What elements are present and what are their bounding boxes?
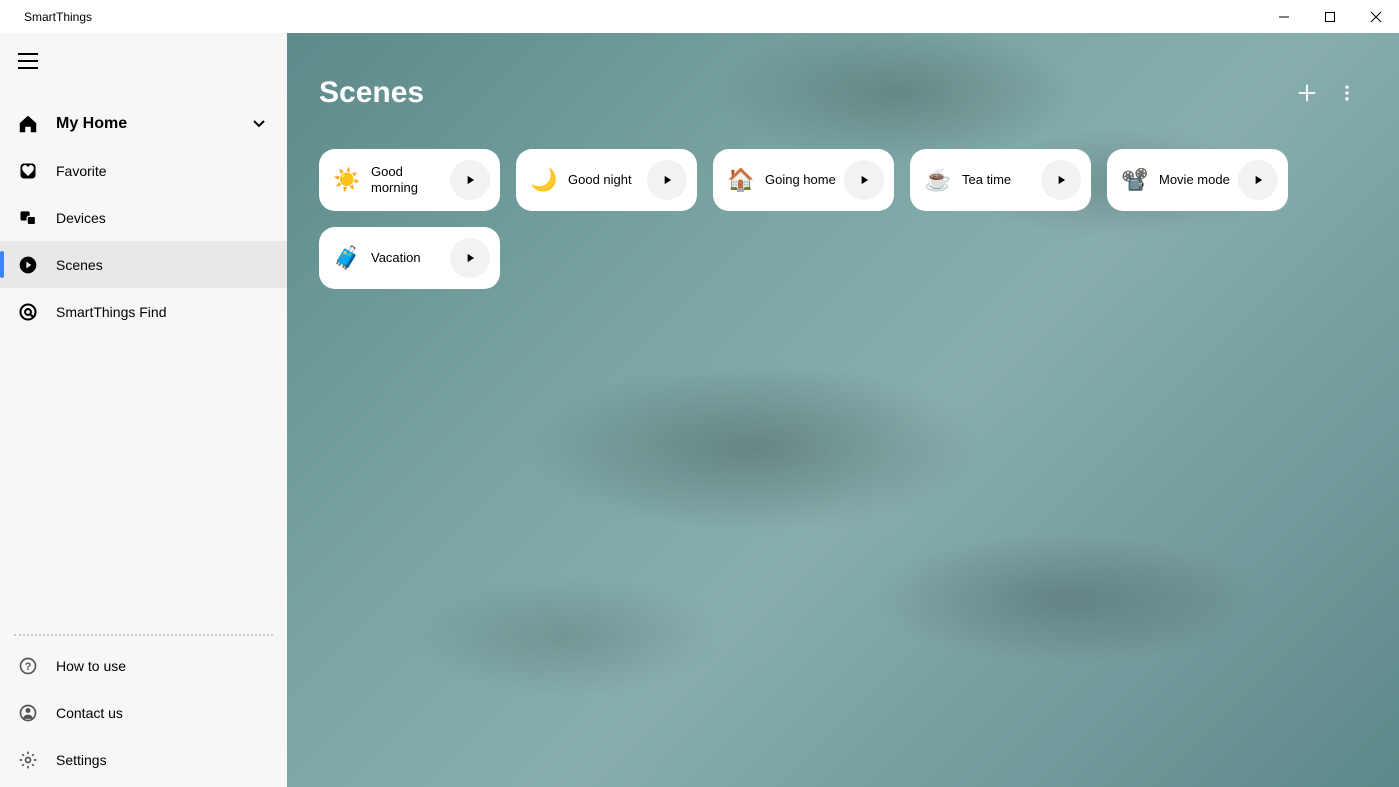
close-icon (1370, 11, 1382, 23)
scene-label: Good morning (371, 164, 450, 197)
luggage-icon: 🧳 (333, 244, 361, 272)
add-scene-button[interactable] (1287, 73, 1327, 113)
home-icon (14, 113, 42, 135)
sidebar-item-label: Settings (56, 752, 107, 768)
more-vertical-icon (1337, 83, 1357, 103)
titlebar: SmartThings (0, 0, 1399, 33)
window-controls (1261, 0, 1399, 33)
app-title: SmartThings (24, 10, 92, 24)
play-icon (857, 173, 871, 187)
run-scene-button[interactable] (647, 160, 687, 200)
scene-label: Going home (765, 172, 844, 188)
sidebar-item-contact[interactable]: Contact us (0, 689, 287, 736)
main-header: Scenes (319, 73, 1367, 113)
sidebar-item-favorite[interactable]: Favorite (0, 147, 287, 194)
sidebar-item-label: Favorite (56, 163, 107, 179)
scene-label: Good night (568, 172, 647, 188)
sidebar-item-label: SmartThings Find (56, 304, 166, 320)
minimize-icon (1278, 11, 1290, 23)
tea-icon: ☕ (924, 166, 952, 194)
play-icon (1251, 173, 1265, 187)
minimize-button[interactable] (1261, 0, 1307, 33)
home-label: My Home (56, 115, 253, 133)
run-scene-button[interactable] (450, 160, 490, 200)
play-icon (463, 173, 477, 187)
scene-card-going-home[interactable]: 🏠 Going home (713, 149, 894, 211)
scene-card-good-night[interactable]: 🌙 Good night (516, 149, 697, 211)
scene-label: Vacation (371, 250, 450, 266)
movie-icon: 📽️ (1121, 166, 1149, 194)
scene-card-movie-mode[interactable]: 📽️ Movie mode (1107, 149, 1288, 211)
chevron-down-icon (253, 115, 267, 133)
play-circle-icon (14, 255, 42, 275)
devices-icon (14, 208, 42, 228)
menu-toggle-button[interactable] (0, 33, 287, 81)
sidebar-item-scenes[interactable]: Scenes (0, 241, 287, 288)
sidebar-item-label: Devices (56, 210, 106, 226)
moon-icon: 🌙 (530, 166, 558, 194)
sidebar-item-label: Scenes (56, 257, 103, 273)
help-icon: ? (14, 656, 42, 676)
sidebar-item-settings[interactable]: Settings (0, 736, 287, 783)
contact-icon (14, 703, 42, 723)
maximize-button[interactable] (1307, 0, 1353, 33)
house-icon: 🏠 (727, 166, 755, 194)
run-scene-button[interactable] (844, 160, 884, 200)
run-scene-button[interactable] (1238, 160, 1278, 200)
home-selector[interactable]: My Home (0, 101, 287, 147)
main-content: Scenes ☀️ Good morning 🌙 (287, 33, 1399, 787)
sidebar: My Home Favorite Devices Scenes (0, 33, 287, 787)
svg-text:?: ? (25, 661, 32, 673)
plus-icon (1296, 82, 1318, 104)
sidebar-item-devices[interactable]: Devices (0, 194, 287, 241)
run-scene-button[interactable] (1041, 160, 1081, 200)
sidebar-item-howto[interactable]: ? How to use (0, 642, 287, 689)
heart-icon (14, 161, 42, 181)
scene-label: Tea time (962, 172, 1041, 188)
scene-grid: ☀️ Good morning 🌙 Good night 🏠 Going hom (319, 149, 1367, 289)
maximize-icon (1324, 11, 1336, 23)
sidebar-item-label: Contact us (56, 705, 123, 721)
run-scene-button[interactable] (450, 238, 490, 278)
sidebar-item-label: How to use (56, 658, 126, 674)
play-icon (660, 173, 674, 187)
page-title: Scenes (319, 76, 1287, 110)
scene-card-vacation[interactable]: 🧳 Vacation (319, 227, 500, 289)
scene-card-tea-time[interactable]: ☕ Tea time (910, 149, 1091, 211)
more-options-button[interactable] (1327, 73, 1367, 113)
close-button[interactable] (1353, 0, 1399, 33)
hamburger-icon (18, 53, 38, 69)
play-icon (463, 251, 477, 265)
gear-icon (14, 750, 42, 770)
play-icon (1054, 173, 1068, 187)
scene-card-good-morning[interactable]: ☀️ Good morning (319, 149, 500, 211)
sun-icon: ☀️ (333, 166, 361, 194)
sidebar-item-find[interactable]: SmartThings Find (0, 288, 287, 335)
scene-label: Movie mode (1159, 172, 1238, 188)
find-icon (14, 302, 42, 322)
